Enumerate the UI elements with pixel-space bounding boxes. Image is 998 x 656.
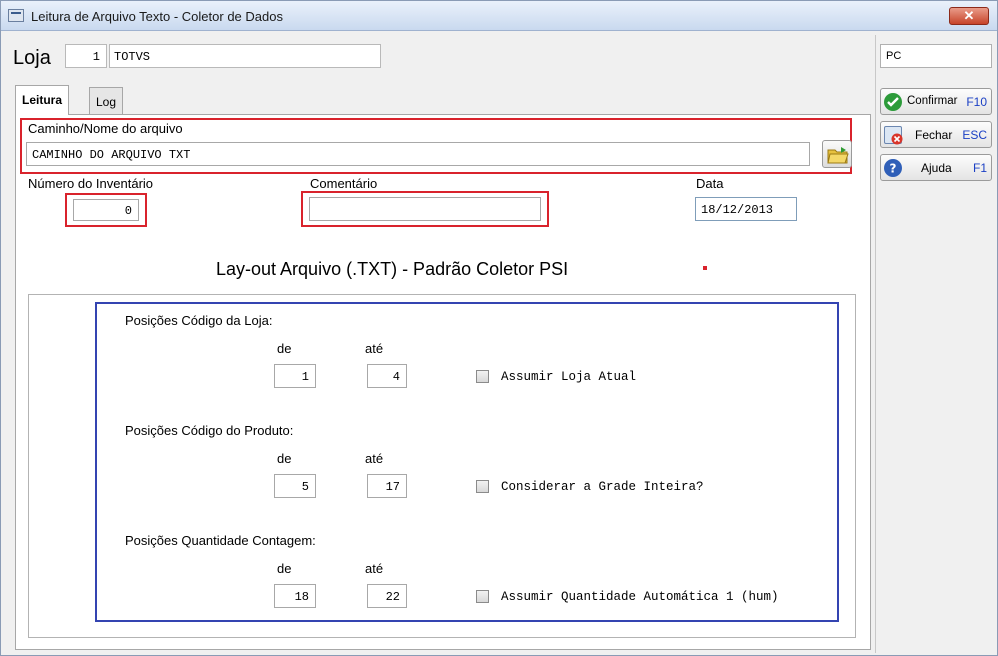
section-loja-de-label: de bbox=[277, 341, 292, 356]
section-loja-ate-label: até bbox=[365, 341, 384, 356]
layout-group: Posições Código da Loja: de até 1 4 Assu… bbox=[28, 294, 856, 638]
tab-panel-leitura: Caminho/Nome do arquivo CAMINHO DO ARQUI… bbox=[15, 114, 871, 650]
considerar-grade-label: Considerar a Grade Inteira? bbox=[501, 480, 704, 494]
red-marker bbox=[703, 266, 707, 270]
confirmar-shortcut: F10 bbox=[966, 95, 987, 109]
ajuda-label: Ajuda bbox=[921, 161, 952, 175]
confirmar-button[interactable]: Confirmar F10 bbox=[880, 88, 992, 115]
file-path-label: Caminho/Nome do arquivo bbox=[28, 121, 183, 136]
section-produto-ate-label: até bbox=[365, 451, 384, 466]
loja-code-field[interactable]: 1 bbox=[65, 44, 107, 68]
section-quantidade-de-label: de bbox=[277, 561, 292, 576]
data-input[interactable]: 18/12/2013 bbox=[695, 197, 797, 221]
confirmar-label: Confirmar bbox=[907, 95, 958, 107]
section-loja-ate-input[interactable]: 4 bbox=[367, 364, 407, 388]
svg-text:?: ? bbox=[890, 162, 897, 176]
section-loja-title: Posições Código da Loja: bbox=[125, 313, 273, 328]
section-loja-de-input[interactable]: 1 bbox=[274, 364, 316, 388]
inventario-input[interactable]: 0 bbox=[73, 199, 139, 221]
action-panel: PC Confirmar F10 Fechar ESC ? Ajuda F1 bbox=[875, 35, 997, 653]
check-icon bbox=[884, 93, 902, 111]
section-produto-ate-input[interactable]: 17 bbox=[367, 474, 407, 498]
fechar-label: Fechar bbox=[915, 128, 953, 142]
tab-log[interactable]: Log bbox=[89, 87, 124, 115]
data-label: Data bbox=[696, 176, 724, 191]
considerar-grade-checkbox[interactable] bbox=[476, 480, 489, 493]
loja-name-field[interactable]: TOTVS bbox=[109, 44, 381, 68]
comentario-label: Comentário bbox=[310, 176, 378, 191]
main-window: Leitura de Arquivo Texto - Coletor de Da… bbox=[0, 0, 998, 656]
section-quantidade-de-input[interactable]: 18 bbox=[274, 584, 316, 608]
section-produto-de-label: de bbox=[277, 451, 292, 466]
fechar-button[interactable]: Fechar ESC bbox=[880, 121, 992, 148]
pc-field[interactable]: PC bbox=[880, 44, 992, 68]
assumir-loja-label: Assumir Loja Atual bbox=[501, 370, 637, 384]
inventario-label: Número do Inventário bbox=[28, 176, 154, 191]
title-bar: Leitura de Arquivo Texto - Coletor de Da… bbox=[1, 1, 997, 31]
content-area: Loja 1 TOTVS Leitura Log Caminho/Nome do… bbox=[5, 35, 873, 653]
layout-title: Lay-out Arquivo (.TXT) - Padrão Coletor … bbox=[216, 259, 569, 279]
fechar-shortcut: ESC bbox=[962, 128, 987, 142]
help-icon: ? bbox=[884, 159, 902, 177]
close-button[interactable]: ✕ bbox=[949, 7, 989, 25]
ajuda-shortcut: F1 bbox=[972, 161, 987, 175]
positions-highlight bbox=[95, 302, 839, 622]
window-title: Leitura de Arquivo Texto - Coletor de Da… bbox=[31, 9, 283, 24]
tab-leitura[interactable]: Leitura bbox=[15, 85, 70, 115]
ajuda-button[interactable]: ? Ajuda F1 bbox=[880, 154, 992, 181]
comentario-input[interactable] bbox=[309, 197, 541, 221]
section-quantidade-ate-input[interactable]: 22 bbox=[367, 584, 407, 608]
assumir-loja-checkbox[interactable] bbox=[476, 370, 489, 383]
close-window-icon bbox=[884, 126, 903, 145]
app-icon bbox=[8, 9, 24, 22]
open-folder-button[interactable] bbox=[822, 140, 852, 168]
assumir-quantidade-checkbox[interactable] bbox=[476, 590, 489, 603]
loja-label: Loja bbox=[13, 47, 51, 69]
assumir-quantidade-label: Assumir Quantidade Automática 1 (hum) bbox=[501, 590, 779, 604]
section-quantidade-title: Posições Quantidade Contagem: bbox=[125, 533, 316, 548]
section-produto-title: Posições Código do Produto: bbox=[125, 423, 294, 438]
section-quantidade-ate-label: até bbox=[365, 561, 384, 576]
section-produto-de-input[interactable]: 5 bbox=[274, 474, 316, 498]
folder-icon bbox=[827, 147, 849, 164]
file-path-input[interactable]: CAMINHO DO ARQUIVO TXT bbox=[26, 142, 810, 166]
